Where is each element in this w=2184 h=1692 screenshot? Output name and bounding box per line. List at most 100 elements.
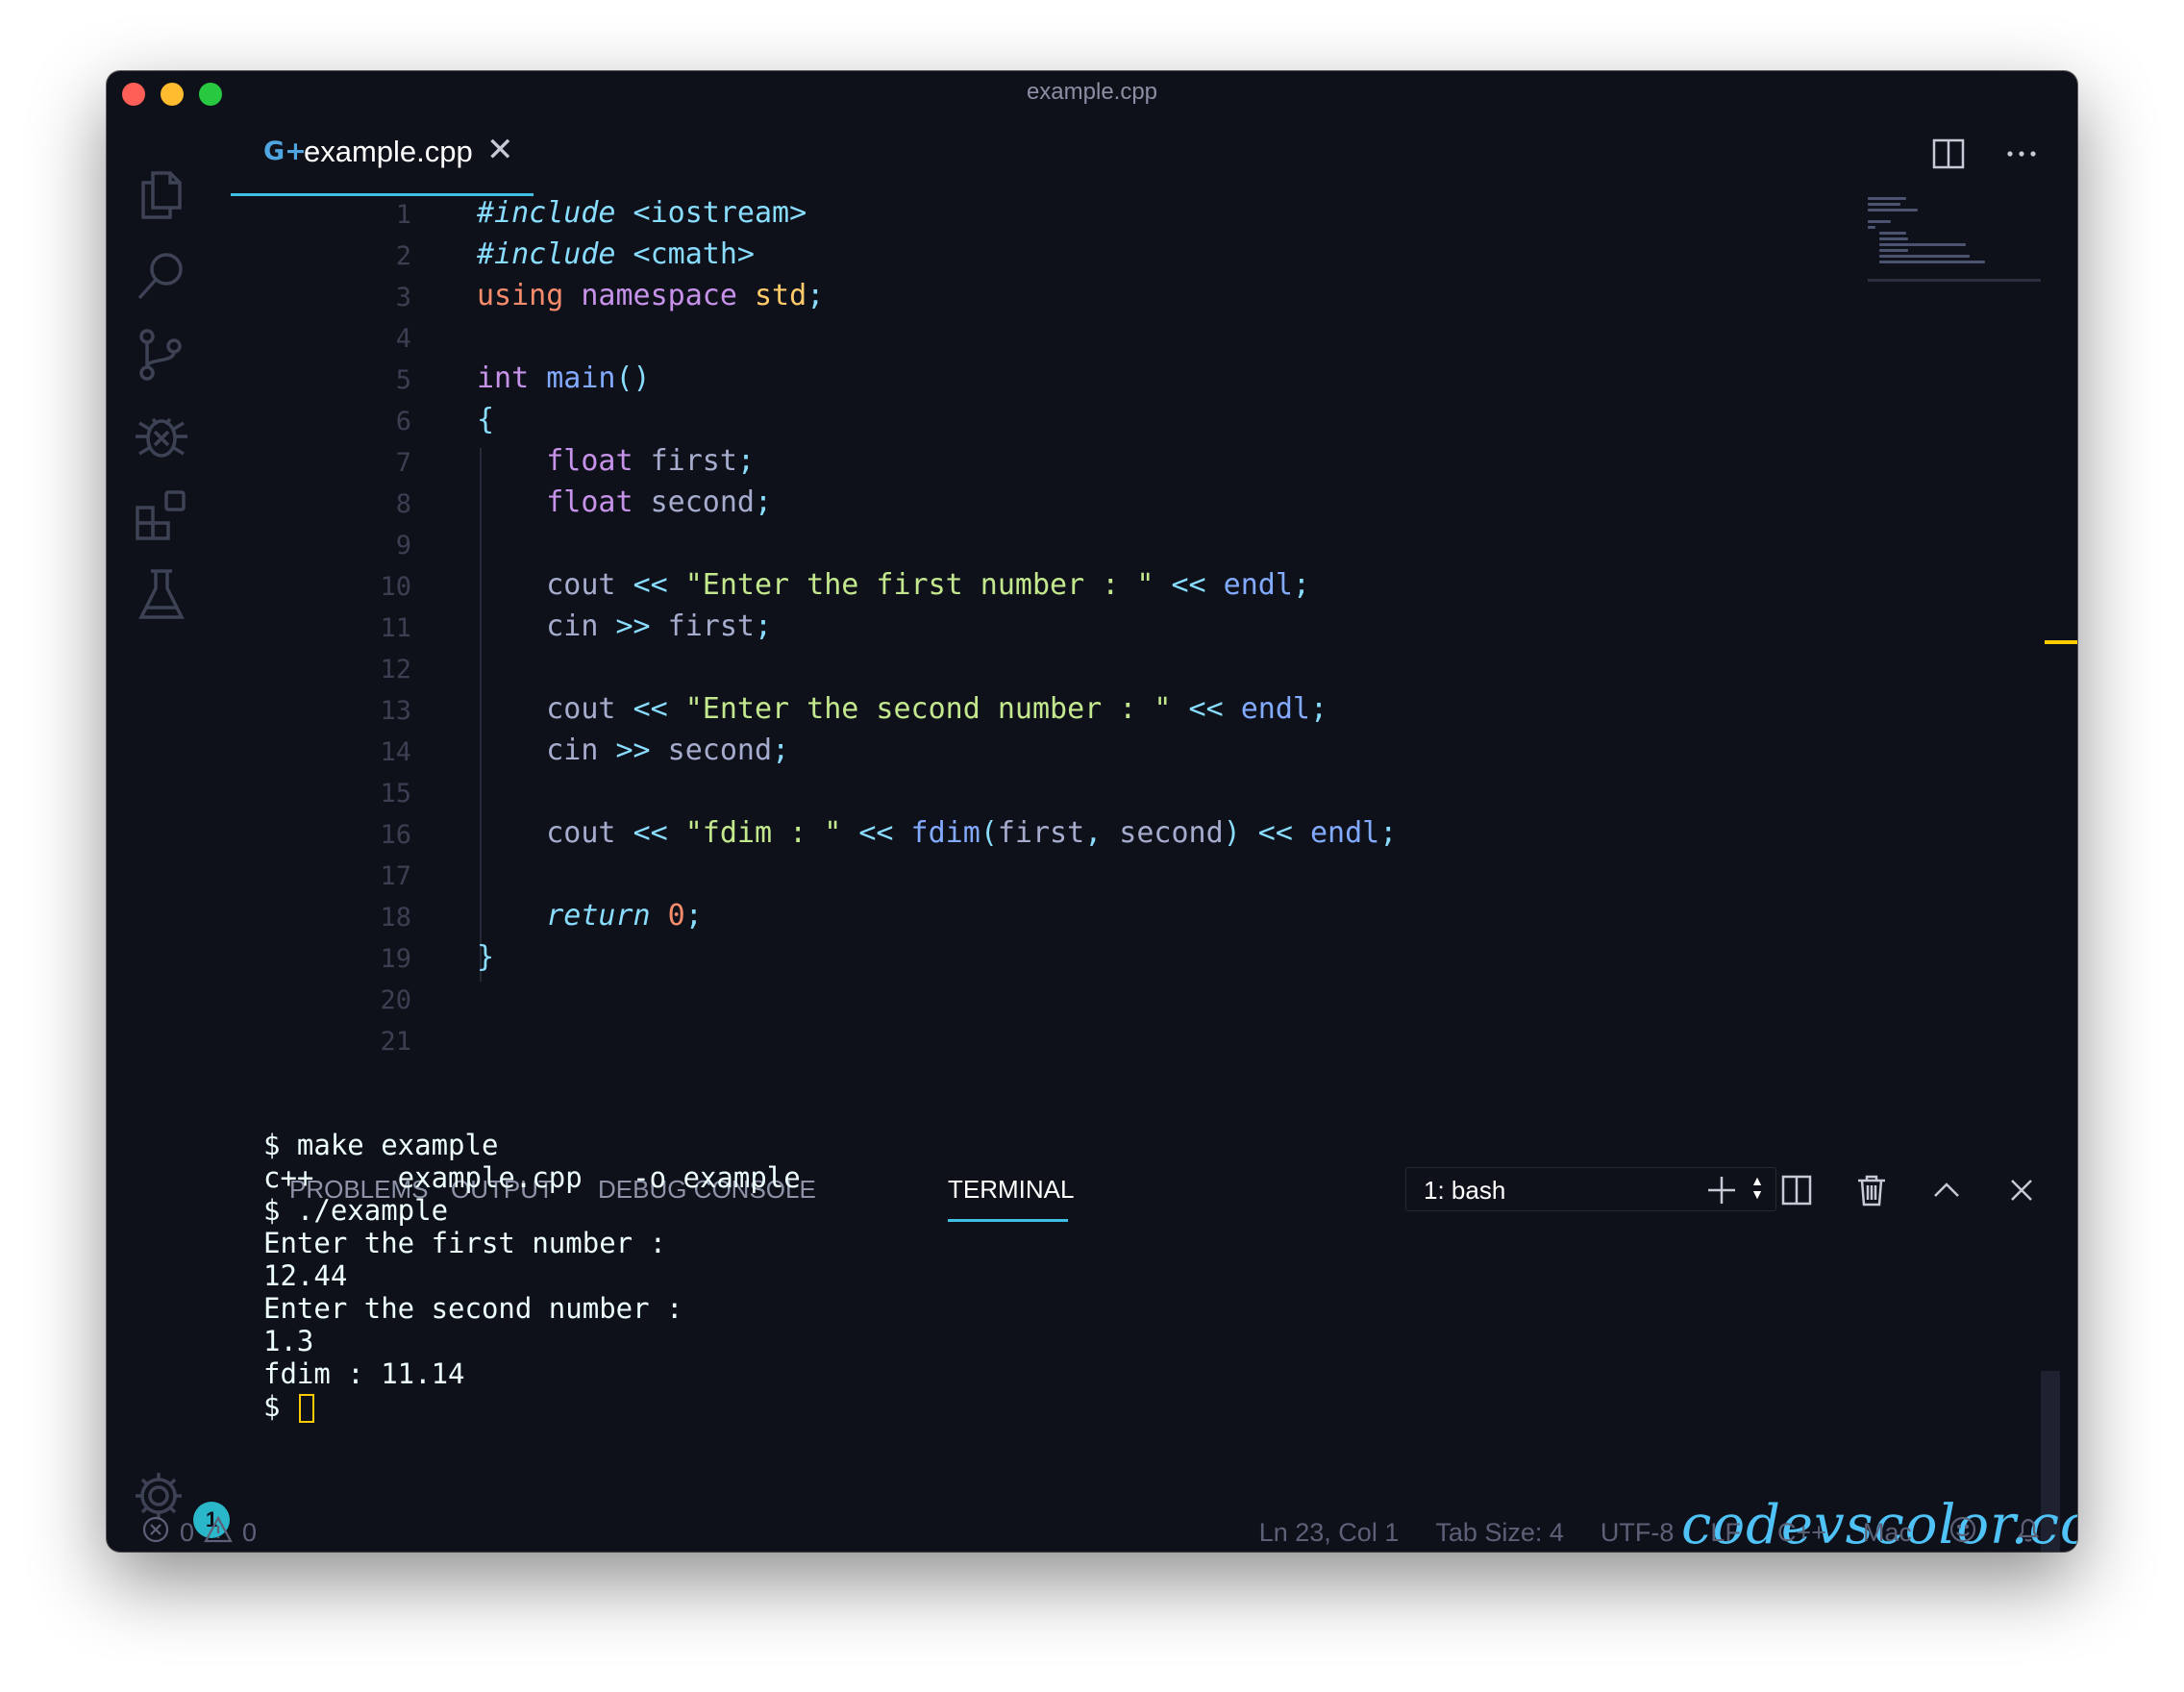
code-editor[interactable]: 1 #include <iostream> 2 #include <cmath> 3… <box>217 196 1967 1138</box>
minimap[interactable] <box>1868 194 2041 281</box>
scrollbar-warning-marker <box>2045 640 2077 644</box>
code-line: 17 <box>217 858 1967 899</box>
token: ; <box>1309 692 1328 726</box>
token: ; <box>755 485 773 519</box>
token: int <box>477 361 530 395</box>
token: return <box>477 899 651 933</box>
token: ; <box>807 279 825 312</box>
terminal-select-value: 1: bash <box>1424 1176 1506 1205</box>
code-line: 12 <box>217 651 1967 692</box>
source-control-icon[interactable] <box>132 325 191 385</box>
token: ; <box>772 734 790 767</box>
token: cin <box>477 734 616 767</box>
token: #include <box>477 196 616 230</box>
code-line: 3 using namespace std; <box>217 279 1967 320</box>
code-line: 15 <box>217 775 1967 816</box>
kill-terminal-trash-icon[interactable] <box>1854 1173 1889 1212</box>
code-line: 11 cin >> first; <box>217 610 1967 651</box>
end-of-line[interactable]: LF <box>1710 1518 1741 1548</box>
token: using <box>477 279 564 312</box>
token: second <box>633 485 755 519</box>
token: << <box>633 568 668 602</box>
token: >> <box>615 610 651 643</box>
line-number: 17 <box>380 861 411 891</box>
token: float <box>477 444 633 478</box>
line-number: 13 <box>380 696 411 726</box>
token: main <box>529 361 616 395</box>
close-panel-icon[interactable] <box>2004 1173 2039 1212</box>
search-icon[interactable] <box>132 246 191 306</box>
minimap-slider[interactable] <box>1868 279 2041 282</box>
activity-bar: 1 <box>107 112 230 1538</box>
language-mode[interactable]: C++ <box>1777 1518 1826 1548</box>
token: endl <box>1292 816 1380 850</box>
token: { <box>477 403 495 436</box>
title-bar: example.cpp <box>107 71 2077 112</box>
tab-example-cpp[interactable]: G+ example.cpp ✕ <box>231 112 534 196</box>
maximize-panel-chevron-up-icon[interactable] <box>1929 1173 1964 1212</box>
editor-window: example.cpp 1 G+ example.cpp ✕ 1 #includ… <box>107 71 2077 1552</box>
token: <iostream> <box>615 196 807 230</box>
token: endl <box>1223 692 1310 726</box>
explorer-icon[interactable] <box>132 165 191 225</box>
code-line: 7 float first; <box>217 444 1967 485</box>
token: << <box>633 692 668 726</box>
token: cout <box>477 568 633 602</box>
line-number: 20 <box>380 985 411 1015</box>
testing-flask-icon[interactable] <box>132 565 191 625</box>
cursor-position[interactable]: Ln 23, Col 1 <box>1259 1518 1400 1548</box>
token: second <box>650 734 773 767</box>
terminal-cursor <box>298 1394 314 1423</box>
token: << <box>841 816 894 850</box>
token: fdim <box>893 816 980 850</box>
line-number: 2 <box>395 241 411 271</box>
split-terminal-icon[interactable] <box>1779 1173 1814 1212</box>
line-number: 5 <box>395 365 411 395</box>
code-line: 10 cout << "Enter the first number : " <… <box>217 568 1967 610</box>
token: float <box>477 485 633 519</box>
token: << <box>633 816 668 850</box>
problems-status[interactable]: 0 0 <box>141 1515 257 1551</box>
more-actions-icon[interactable] <box>2004 137 2039 176</box>
code-line: 8 float second; <box>217 485 1967 527</box>
terminal-line: 1.3 <box>263 1325 314 1357</box>
feedback-smiley-icon[interactable] <box>1948 1515 1977 1551</box>
bottom-panel: PROBLEMS OUTPUT DEBUG CONSOLE TERMINAL 1… <box>217 1138 2077 1517</box>
notifications-bell-icon[interactable] <box>2014 1515 2043 1551</box>
token: } <box>477 940 495 974</box>
line-number: 10 <box>380 572 411 602</box>
token: first <box>997 816 1085 850</box>
token: ; <box>684 899 703 933</box>
token: ) <box>1223 816 1241 850</box>
terminal-prompt: $ <box>263 1390 297 1423</box>
terminal-prompt-line[interactable]: $ <box>263 1390 314 1423</box>
code-line: 20 <box>217 982 1967 1023</box>
token: first <box>650 610 755 643</box>
panel-actions <box>1704 1173 2039 1212</box>
token: ; <box>1292 568 1310 602</box>
platform[interactable]: Mac <box>1863 1518 1912 1548</box>
line-number: 21 <box>380 1027 411 1057</box>
terminal-line: $ make example <box>263 1129 499 1161</box>
code-line: 5 int main() <box>217 361 1967 403</box>
token: >> <box>615 734 651 767</box>
status-right: Ln 23, Col 1 Tab Size: 4 UTF-8 LF C++ Ma… <box>1259 1515 2043 1551</box>
token: cin <box>477 610 616 643</box>
line-number: 4 <box>395 324 411 354</box>
line-number: 1 <box>395 200 411 230</box>
warning-icon <box>204 1515 233 1551</box>
tab-size[interactable]: Tab Size: 4 <box>1435 1518 1564 1548</box>
token: ; <box>755 610 773 643</box>
error-count: 0 <box>180 1518 195 1547</box>
tab-close-icon[interactable]: ✕ <box>486 131 514 169</box>
file-encoding[interactable]: UTF-8 <box>1601 1518 1675 1548</box>
line-number: 14 <box>380 737 411 767</box>
split-editor-icon[interactable] <box>1931 137 1966 176</box>
tab-label: example.cpp <box>304 135 473 168</box>
new-terminal-icon[interactable] <box>1704 1173 1739 1212</box>
tab-terminal[interactable]: TERMINAL <box>948 1175 1074 1205</box>
code-line: 19} <box>217 940 1967 982</box>
code-line: 2 #include <cmath> <box>217 237 1967 279</box>
debug-icon[interactable] <box>132 406 191 465</box>
extensions-icon[interactable] <box>132 486 191 546</box>
